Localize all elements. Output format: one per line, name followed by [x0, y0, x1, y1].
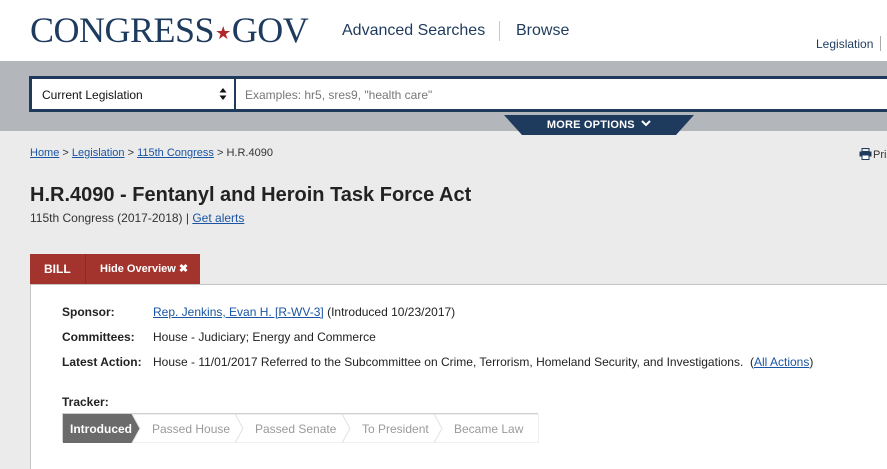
logo-text-left: CONGRESS	[30, 10, 215, 50]
print-button[interactable]: Pri	[859, 148, 886, 161]
tracker-step: To President	[341, 414, 451, 443]
congress-session: 115th Congress (2017-2018)	[30, 211, 183, 225]
logo-star-icon: ★	[215, 23, 231, 43]
breadcrumb-current: H.R.4090	[226, 147, 273, 159]
committees-value: House - Judiciary; Energy and Commerce	[153, 330, 376, 344]
nav-legislation[interactable]: Legislation	[816, 37, 873, 51]
tab-bill-label: BILL	[44, 262, 71, 276]
tracker-step-label: Passed House	[152, 422, 230, 436]
sponsor-link[interactable]: Rep. Jenkins, Evan H. [R-WV-3]	[153, 305, 324, 319]
bill-title: H.R.4090 - Fentanyl and Heroin Task Forc…	[30, 184, 472, 206]
printer-icon	[859, 148, 872, 160]
tracker-step-label: Became Law	[454, 422, 524, 436]
logo-text-right: GOV	[231, 10, 309, 50]
breadcrumb: Home > Legislation > 115th Congress > H.…	[30, 147, 273, 159]
select-updown-icon	[219, 88, 227, 100]
get-alerts-link[interactable]: Get alerts	[192, 211, 244, 225]
breadcrumb-separator: >	[216, 147, 224, 159]
breadcrumb-legislation[interactable]: Legislation	[72, 147, 125, 159]
sponsor-introduced: (Introduced 10/23/2017)	[327, 305, 456, 319]
sponsor-value: Rep. Jenkins, Evan H. [R-WV-3] (Introduc…	[153, 305, 455, 319]
search-band: Current Legislation Examples: hr5, sres9…	[0, 61, 887, 135]
breadcrumb-separator: >	[127, 147, 134, 159]
bill-subtitle: 115th Congress (2017-2018) | Get alerts	[30, 211, 245, 225]
breadcrumb-congress[interactable]: 115th Congress	[137, 147, 214, 159]
bill-overview-panel: Sponsor: Rep. Jenkins, Evan H. [R-WV-3] …	[30, 284, 887, 469]
search-input[interactable]: Examples: hr5, sres9, "health care"	[236, 79, 887, 109]
tracker-steps: Introduced Passed House Passed Senate To Pr…	[63, 414, 539, 443]
search-bar: Current Legislation Examples: hr5, sres9…	[29, 76, 887, 112]
bill-tracker: Introduced Passed House Passed Senate To Pr…	[62, 413, 539, 443]
tracker-step: Became Law	[433, 414, 539, 443]
sponsor-label: Sponsor:	[62, 305, 115, 319]
tracker-step-label: To President	[362, 422, 429, 436]
congress-gov-logo[interactable]: CONGRESS★GOV	[30, 10, 309, 53]
latest-action-label: Latest Action:	[62, 355, 142, 369]
more-options-button[interactable]: MORE OPTIONS	[504, 115, 694, 135]
tracker-step-label: Introduced	[70, 422, 132, 436]
latest-action-value: House - 11/01/2017 Referred to the Subco…	[153, 355, 814, 369]
chevron-down-icon	[641, 120, 651, 127]
hide-overview-button[interactable]: Hide Overview ✖	[100, 262, 188, 275]
tracker-step-label: Passed Senate	[255, 422, 337, 436]
nav-divider	[499, 21, 500, 41]
site-header: CONGRESS★GOV Advanced Searches Browse Le…	[0, 0, 887, 61]
tab-bill[interactable]: BILL Hide Overview ✖	[30, 254, 200, 284]
all-actions-link[interactable]: All Actions	[754, 355, 809, 369]
collection-select-value: Current Legislation	[42, 88, 143, 102]
latest-action-text: House - 11/01/2017 Referred to the Subco…	[153, 355, 744, 369]
more-options-label: MORE OPTIONS	[504, 119, 694, 131]
nav-advanced-searches[interactable]: Advanced Searches	[342, 22, 485, 40]
breadcrumb-home[interactable]: Home	[30, 147, 59, 159]
nav-right-divider	[880, 36, 881, 51]
committees-label: Committees:	[62, 330, 135, 344]
print-label: Pri	[873, 149, 887, 161]
tracker-label: Tracker:	[62, 395, 109, 409]
tab-divider	[85, 254, 86, 284]
collection-select[interactable]: Current Legislation	[32, 79, 234, 109]
tracker-step: Passed Senate	[234, 414, 359, 443]
tracker-step: Passed House	[131, 414, 252, 443]
breadcrumb-separator: >	[62, 147, 69, 159]
nav-browse[interactable]: Browse	[516, 22, 569, 40]
